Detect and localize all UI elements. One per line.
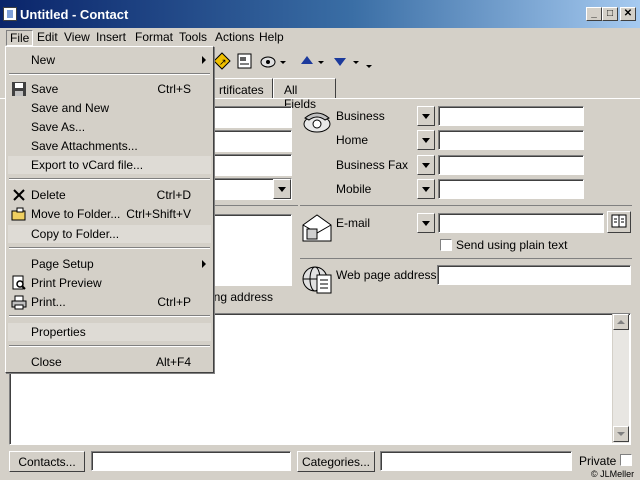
plain-text-checkbox[interactable] — [440, 239, 452, 251]
contacts-field[interactable] — [91, 451, 291, 471]
home-phone-label: Home — [336, 133, 369, 147]
menu-separator — [9, 73, 210, 75]
submenu-arrow-icon — [202, 260, 206, 268]
move-folder-icon — [11, 206, 27, 222]
menu-insert[interactable]: Insert — [93, 30, 129, 44]
address-book-button[interactable] — [607, 211, 631, 233]
chevron-down-icon[interactable] — [352, 52, 360, 70]
previous-item-icon[interactable] — [298, 52, 316, 70]
job-title-field[interactable] — [210, 130, 292, 152]
business-phone-dropdown[interactable] — [417, 106, 435, 126]
menu-item-properties[interactable]: Properties — [8, 323, 211, 341]
mobile-phone-field[interactable] — [438, 179, 584, 199]
menu-edit[interactable]: Edit — [34, 30, 61, 44]
close-button[interactable]: ✕ — [620, 7, 636, 21]
file-as-dropdown[interactable] — [273, 179, 291, 199]
menu-item-export-vcard[interactable]: Export to vCard file... — [8, 156, 211, 174]
email-dropdown[interactable] — [417, 213, 435, 233]
divider — [300, 258, 632, 259]
business-fax-field[interactable] — [438, 155, 584, 175]
window-title: Untitled - Contact — [20, 7, 129, 22]
submenu-arrow-icon — [202, 56, 206, 64]
menu-help[interactable]: Help — [256, 30, 287, 44]
mailing-address-label: ing address — [211, 290, 274, 304]
categories-button[interactable]: Categories... — [297, 451, 375, 472]
next-item-icon[interactable] — [331, 52, 349, 70]
scroll-up-button[interactable] — [613, 314, 629, 330]
scroll-down-button[interactable] — [613, 426, 629, 442]
menu-item-save[interactable]: Save Ctrl+S — [8, 80, 211, 98]
private-label: Private — [579, 454, 617, 468]
menu-item-new[interactable]: New — [8, 51, 211, 69]
floppy-disk-icon — [11, 81, 27, 97]
business-fax-dropdown[interactable] — [417, 155, 435, 175]
plain-text-label: Send using plain text — [456, 238, 568, 252]
address-field[interactable] — [210, 214, 292, 286]
menu-format[interactable]: Format — [132, 30, 176, 44]
full-name-field[interactable] — [210, 106, 292, 128]
business-phone-label: Business — [336, 109, 385, 123]
menu-view[interactable]: View — [61, 30, 93, 44]
email-envelope-icon — [301, 211, 333, 243]
maximize-button[interactable]: □ — [602, 7, 618, 21]
email-field[interactable] — [438, 213, 604, 233]
menu-item-save-as[interactable]: Save As... — [8, 118, 211, 136]
menu-item-print[interactable]: Print... Ctrl+P — [8, 293, 211, 311]
contact-icon — [3, 7, 17, 21]
tab-all-fields[interactable]: All Fields — [273, 78, 336, 111]
email-label: E-mail — [336, 216, 371, 230]
web-page-label: Web page address: — [336, 268, 440, 282]
mobile-phone-dropdown[interactable] — [417, 179, 435, 199]
delete-x-icon — [11, 187, 27, 203]
file-as-field[interactable] — [210, 178, 292, 200]
contacts-button[interactable]: Contacts... — [9, 451, 85, 472]
title-bar: Untitled - Contact _ □ ✕ — [0, 0, 640, 28]
address-card-icon[interactable] — [236, 52, 254, 70]
dial-icon[interactable] — [259, 52, 277, 70]
company-field[interactable] — [210, 154, 292, 176]
svg-text:↗: ↗ — [219, 58, 227, 68]
telephone-icon — [301, 104, 333, 136]
tab-certificates[interactable]: rtificates — [208, 78, 273, 99]
print-preview-icon — [11, 275, 27, 291]
home-phone-dropdown[interactable] — [417, 130, 435, 150]
divider — [210, 205, 298, 206]
menu-bar: File Edit View Insert Format Tools Actio… — [0, 28, 640, 47]
menu-separator — [9, 315, 210, 317]
business-fax-label: Business Fax — [336, 158, 409, 172]
categories-field[interactable] — [380, 451, 572, 471]
menu-tools[interactable]: Tools — [176, 30, 210, 44]
business-phone-field[interactable] — [438, 106, 584, 126]
menu-item-save-and-new[interactable]: Save and New — [8, 99, 211, 117]
home-phone-field[interactable] — [438, 130, 584, 150]
flag-icon[interactable]: ↗ — [213, 52, 231, 70]
menu-actions[interactable]: Actions — [212, 30, 257, 44]
copyright-text: © JLMeller — [591, 469, 635, 479]
menu-item-move-to-folder[interactable]: Move to Folder... Ctrl+Shift+V — [8, 205, 211, 223]
menu-file[interactable]: File — [6, 30, 34, 46]
address-book-icon — [611, 214, 627, 228]
menu-item-close[interactable]: Close Alt+F4 — [8, 353, 211, 371]
chevron-down-icon[interactable] — [317, 52, 325, 70]
menu-separator — [9, 247, 210, 249]
minimize-button[interactable]: _ — [586, 7, 602, 21]
mobile-phone-label: Mobile — [336, 182, 372, 196]
chevron-down-icon[interactable] — [279, 52, 287, 70]
notes-scrollbar[interactable] — [612, 314, 629, 443]
menu-item-delete[interactable]: Delete Ctrl+D — [8, 186, 211, 204]
divider — [300, 205, 632, 206]
menu-item-page-setup[interactable]: Page Setup — [8, 255, 211, 273]
menu-item-save-attachments[interactable]: Save Attachments... — [8, 137, 211, 155]
private-checkbox[interactable] — [620, 454, 632, 466]
menu-item-copy-to-folder[interactable]: Copy to Folder... — [8, 225, 211, 243]
web-page-globe-icon — [301, 263, 335, 297]
toolbar-options-icon[interactable] — [364, 52, 374, 70]
menu-separator — [9, 345, 210, 347]
web-page-field[interactable] — [437, 265, 631, 285]
menu-item-print-preview[interactable]: Print Preview — [8, 274, 211, 292]
printer-icon — [11, 294, 27, 310]
menu-separator — [9, 178, 210, 180]
file-menu: New Save Ctrl+S Save and New Save As... … — [5, 46, 214, 373]
